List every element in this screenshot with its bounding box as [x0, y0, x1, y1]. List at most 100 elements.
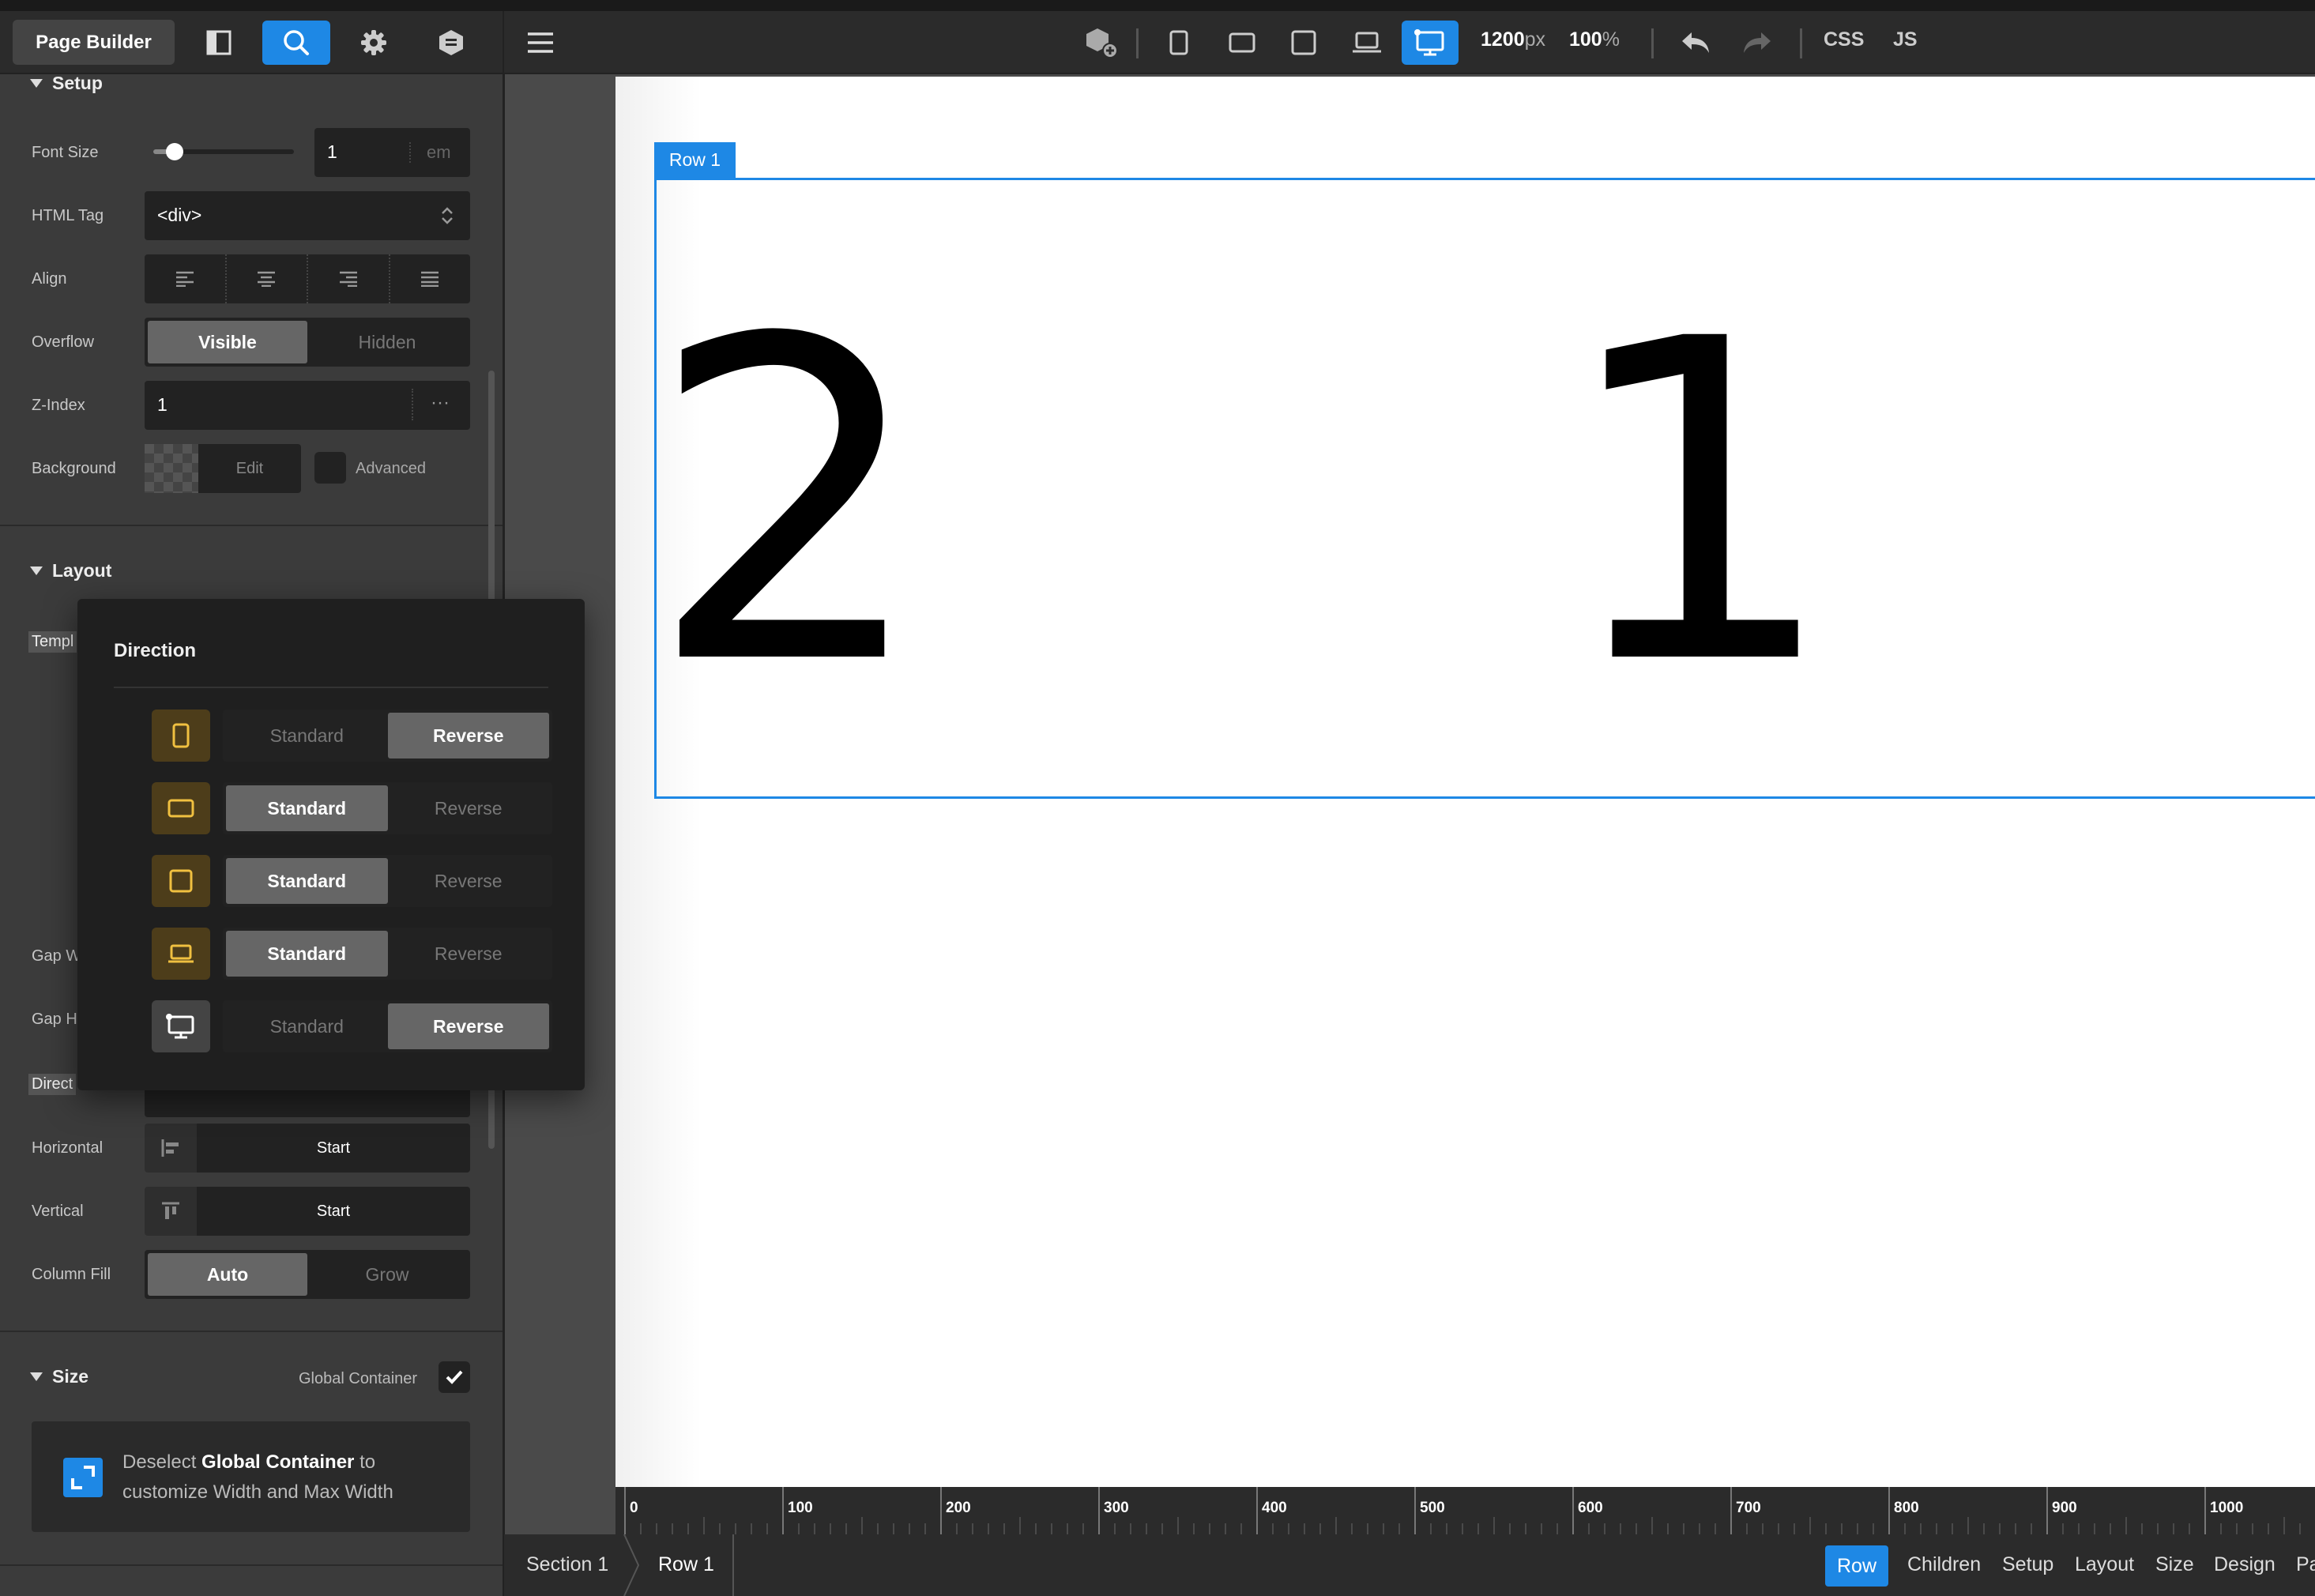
- z-index-value: 1: [157, 394, 168, 415]
- align-center-icon[interactable]: [224, 254, 307, 303]
- bottom-bar: Section 1 Row 1 Row Children Setup Layou…: [504, 1534, 2315, 1596]
- device-phone-icon[interactable]: [1150, 21, 1207, 65]
- font-size-label: Font Size: [32, 144, 99, 161]
- background-swatch[interactable]: [145, 444, 198, 493]
- html-tag-value: <div>: [157, 205, 202, 225]
- align-right-icon[interactable]: [307, 254, 389, 303]
- collapse-triangle-icon: [30, 1372, 43, 1381]
- sidebar-toolbar: Page Builder: [0, 11, 503, 74]
- advanced-checkbox[interactable]: [314, 452, 346, 484]
- reverse-option[interactable]: Reverse: [388, 785, 550, 831]
- direction-field[interactable]: [145, 1086, 470, 1117]
- standard-option[interactable]: Standard: [226, 1003, 388, 1049]
- css-button[interactable]: CSS: [1824, 28, 1864, 51]
- builder-topbar: 1200px 100% CSS JS: [504, 11, 2315, 74]
- resize-icon: [63, 1458, 103, 1497]
- vertical-label: Vertical: [32, 1203, 84, 1220]
- overflow-visible-option[interactable]: Visible: [148, 321, 307, 363]
- align-left-icon[interactable]: [145, 254, 225, 303]
- tab-setup[interactable]: Setup: [2002, 1553, 2053, 1576]
- popover-title: Direction: [114, 640, 197, 661]
- gap-height-label: Gap H: [32, 1011, 77, 1028]
- global-container-checkbox[interactable]: [439, 1361, 470, 1393]
- direction-row-laptop: Standard Reverse: [152, 928, 552, 980]
- ruler-label: 200: [946, 1500, 971, 1516]
- tab-layout[interactable]: Layout: [2075, 1553, 2134, 1576]
- tab-size[interactable]: Size: [2155, 1553, 2194, 1576]
- library-icon[interactable]: [417, 21, 485, 65]
- tab-design[interactable]: Design: [2214, 1553, 2275, 1576]
- js-button[interactable]: JS: [1893, 28, 1918, 51]
- tab-row[interactable]: Row: [1825, 1545, 1888, 1587]
- direction-row-tablet-portrait: Standard Reverse: [152, 710, 552, 762]
- more-icon[interactable]: ···: [431, 392, 450, 414]
- font-size-unit[interactable]: em: [409, 142, 451, 163]
- column-2-text[interactable]: 2: [647, 283, 928, 725]
- panel-toggle-icon[interactable]: [185, 21, 253, 65]
- background-label: Background: [32, 460, 116, 477]
- column-1-text[interactable]: 1: [1557, 283, 1839, 725]
- redo-icon[interactable]: [1729, 21, 1786, 65]
- hamburger-menu-icon[interactable]: [512, 21, 569, 65]
- notice-line-2: customize Width and Max Width: [122, 1481, 393, 1503]
- standard-option[interactable]: Standard: [226, 931, 388, 977]
- tab-children[interactable]: Children: [1907, 1553, 1981, 1576]
- size-section-header[interactable]: Size: [30, 1366, 88, 1387]
- checkmark-icon: [446, 1370, 463, 1384]
- collapse-triangle-icon: [30, 79, 43, 88]
- breadcrumb-row[interactable]: Row 1: [658, 1553, 714, 1576]
- gear-icon[interactable]: [340, 21, 408, 65]
- direction-popover: Direction Standard Reverse Standard Reve…: [77, 599, 585, 1090]
- standard-option[interactable]: Standard: [226, 713, 388, 758]
- standard-option[interactable]: Standard: [226, 858, 388, 904]
- slider-knob[interactable]: [165, 143, 183, 160]
- html-tag-select[interactable]: <div>: [145, 191, 470, 240]
- align-justify-icon[interactable]: [388, 254, 471, 303]
- desktop-icon: [152, 1000, 210, 1052]
- layout-section-header[interactable]: Layout: [30, 560, 111, 582]
- font-size-slider[interactable]: [153, 143, 294, 160]
- search-icon[interactable]: [262, 21, 330, 65]
- z-index-input[interactable]: 1 ···: [145, 381, 470, 430]
- ruler-label: 900: [2052, 1500, 2077, 1516]
- z-index-label: Z-Index: [32, 397, 85, 414]
- reverse-option[interactable]: Reverse: [387, 1003, 549, 1049]
- device-tablet-icon[interactable]: [1275, 21, 1332, 65]
- font-size-input[interactable]: 1 em: [314, 128, 470, 177]
- row-label-tag[interactable]: Row 1: [654, 142, 736, 178]
- reverse-option[interactable]: Reverse: [387, 713, 549, 758]
- zoom-readout[interactable]: 100%: [1569, 28, 1620, 51]
- breadcrumb-section[interactable]: Section 1: [526, 1553, 608, 1576]
- horizontal-select[interactable]: Start: [197, 1124, 470, 1173]
- global-container-label: Global Container: [299, 1370, 418, 1387]
- canvas-width-readout[interactable]: 1200px: [1481, 28, 1545, 51]
- html-tag-label: HTML Tag: [32, 207, 104, 224]
- collapse-triangle-icon: [30, 567, 43, 575]
- column-fill-grow-option[interactable]: Grow: [307, 1253, 467, 1296]
- add-element-icon[interactable]: [1073, 21, 1130, 65]
- vertical-select[interactable]: Start: [197, 1187, 470, 1236]
- row-container[interactable]: 2 1: [647, 178, 2315, 799]
- template-label: Templ: [28, 631, 77, 653]
- overflow-hidden-option[interactable]: Hidden: [307, 321, 467, 363]
- tab-partial[interactable]: Pa: [2296, 1553, 2315, 1576]
- background-edit-button[interactable]: Edit: [198, 444, 301, 493]
- reverse-option[interactable]: Reverse: [388, 931, 550, 977]
- direction-row-tablet-landscape: Standard Reverse: [152, 782, 552, 834]
- column-fill-auto-option[interactable]: Auto: [148, 1253, 307, 1296]
- undo-icon[interactable]: [1667, 21, 1724, 65]
- page-builder-button[interactable]: Page Builder: [13, 20, 175, 65]
- laptop-icon: [152, 928, 210, 980]
- standard-option[interactable]: Standard: [226, 785, 388, 831]
- overflow-label: Overflow: [32, 333, 94, 351]
- breadcrumb-chevron-icon: [623, 1534, 640, 1596]
- ruler-label: 800: [1894, 1500, 1919, 1516]
- reverse-option[interactable]: Reverse: [388, 858, 550, 904]
- direction-row-tablet-square: Standard Reverse: [152, 855, 552, 907]
- device-laptop-icon[interactable]: [1338, 21, 1395, 65]
- device-desktop-icon[interactable]: [1402, 21, 1459, 65]
- justify-start-icon: [145, 1124, 197, 1173]
- setup-section-header[interactable]: Setup: [30, 73, 103, 94]
- device-tablet-landscape-icon[interactable]: [1214, 21, 1270, 65]
- align-group: [145, 254, 470, 303]
